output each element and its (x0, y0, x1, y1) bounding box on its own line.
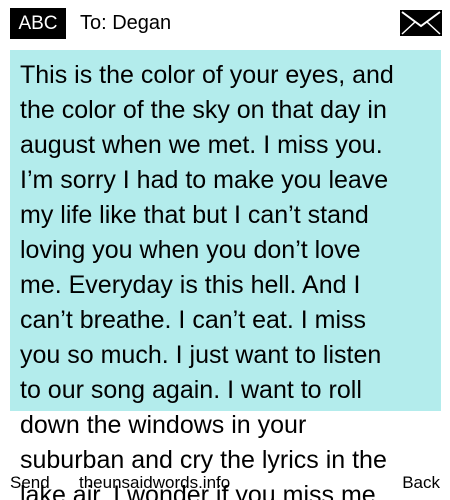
site-watermark: theunsaidwords.info (79, 473, 231, 492)
send-softkey[interactable]: Send (10, 473, 50, 493)
envelope-icon (400, 10, 442, 36)
recipient-field[interactable]: To: Degan (80, 8, 171, 39)
phone-screen: ABC To: Degan This is the color of your … (0, 0, 450, 500)
message-body[interactable]: This is the color of your eyes, and the … (20, 58, 430, 500)
back-softkey[interactable]: Back (402, 473, 440, 493)
input-mode-badge[interactable]: ABC (10, 8, 66, 39)
